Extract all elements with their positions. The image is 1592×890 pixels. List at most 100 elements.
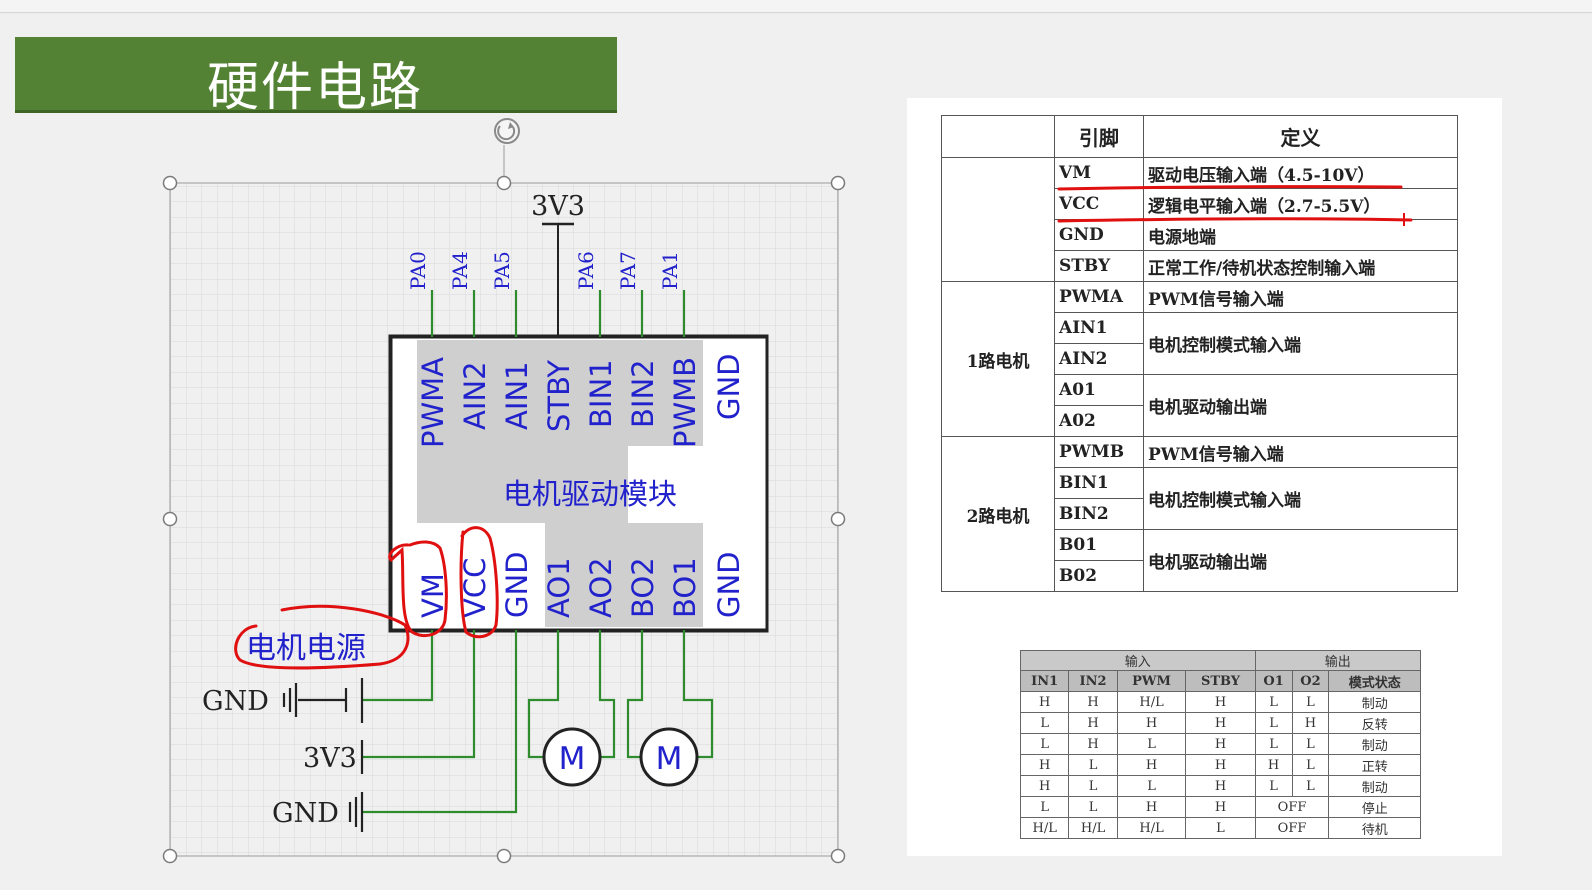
vcc-underline-annotation (1057, 217, 1413, 223)
cell: L (1291, 775, 1330, 797)
module-pin-label: PWMA (416, 357, 450, 448)
resize-handle-bottom-left[interactable] (162, 848, 178, 864)
mcu-pin-label: PA5 (490, 251, 514, 290)
reference-image-panel[interactable]: 引脚 定义 VM 驱动电压输入端（4.5-10V） VCC 逻辑电平输入端（2.… (907, 98, 1502, 856)
pin-cell: B02 (1054, 560, 1144, 592)
cell: 正转 (1328, 754, 1421, 776)
pin-cell: AIN2 (1054, 343, 1144, 375)
cell: L (1254, 733, 1293, 755)
module-pin-label: AIN2 (458, 361, 492, 430)
pin-cell: A01 (1054, 374, 1144, 406)
cell: L (1116, 775, 1187, 797)
module-pin-label: GND (500, 552, 534, 619)
cell: L (1185, 817, 1256, 839)
module-pin-label: BIN1 (584, 359, 618, 428)
cell: L (1254, 712, 1293, 734)
cell: H (1185, 754, 1256, 776)
definition-cell: 电机控制模式输入端 (1143, 467, 1458, 530)
module-pin-label: GND (712, 354, 746, 421)
cell: 反转 (1328, 712, 1421, 734)
module-pin-label: PWMB (668, 357, 702, 448)
cell: 制动 (1328, 733, 1421, 755)
table-row: H H H/L H L L 制动 (1019, 691, 1421, 713)
cell: 待机 (1328, 817, 1421, 839)
cell: H (1116, 712, 1187, 734)
cell: L (1068, 796, 1118, 818)
resize-handle-top-left[interactable] (162, 175, 178, 191)
table-row: H/L H/L H/L L OFF 待机 (1019, 817, 1421, 839)
cell: H (1068, 712, 1118, 734)
cell: H (1185, 775, 1256, 797)
cell: H (1068, 733, 1118, 755)
cell: L (1254, 775, 1293, 797)
table-row: H L H H H L 正转 (1019, 754, 1421, 776)
motor-power-label: 电机电源 (246, 631, 366, 666)
cell: H (1185, 796, 1256, 818)
cell: L (1019, 733, 1070, 755)
motor-b: M (639, 727, 699, 787)
cell: H (1185, 691, 1256, 713)
cell: L (1254, 691, 1293, 713)
column-header: O1 (1254, 670, 1293, 692)
column-header: IN2 (1068, 670, 1118, 692)
resize-handle-left[interactable] (162, 511, 178, 527)
definition-cell: 电机控制模式输入端 (1143, 312, 1458, 375)
column-header: IN1 (1019, 670, 1070, 692)
svg-text:M: M (559, 741, 586, 777)
resize-handle-top[interactable] (496, 175, 512, 191)
definition-cell: PWM信号输入端 (1143, 436, 1458, 468)
gnd-label: GND (272, 798, 339, 829)
column-header: PWM (1116, 670, 1187, 692)
cell: H/L (1068, 817, 1118, 839)
mcu-pin-label: PA6 (574, 251, 598, 290)
pin-table-annotations (1057, 185, 1413, 226)
header-blank (941, 115, 1055, 158)
cell: H (1116, 796, 1187, 818)
resize-handle-bottom-right[interactable] (830, 848, 846, 864)
pin-cell: BIN2 (1054, 498, 1144, 530)
cell: H (1254, 754, 1293, 776)
cell: L (1291, 733, 1330, 755)
mcu-pin-label: PA4 (448, 251, 472, 290)
cell: H/L (1019, 817, 1070, 839)
cell: L (1291, 754, 1330, 776)
rotate-handle[interactable] (494, 118, 520, 144)
module-pin-label: AO1 (542, 557, 576, 618)
module-pin-label: BO1 (668, 557, 702, 618)
input-group-header: 输入 (1020, 650, 1256, 671)
column-header: O2 (1291, 670, 1330, 692)
cell: H (1068, 691, 1118, 713)
cell: H (1019, 691, 1070, 713)
resize-handle-top-right[interactable] (830, 175, 846, 191)
pin-cell: B01 (1054, 529, 1144, 561)
column-header: STBY (1185, 670, 1256, 692)
cell: L (1291, 691, 1330, 713)
pin-cell: BIN1 (1054, 467, 1144, 499)
resize-handle-right[interactable] (830, 511, 846, 527)
cell: OFF (1254, 796, 1330, 818)
module-label: 电机驱动模块 (503, 477, 677, 511)
pin-cell: PWMB (1054, 436, 1144, 468)
pin-cell: A02 (1054, 405, 1144, 437)
cell: L (1068, 775, 1118, 797)
table-row: L L H H OFF 停止 (1019, 796, 1421, 818)
cell: H (1116, 754, 1187, 776)
pin-cell: AIN1 (1054, 312, 1144, 344)
header-definition: 定义 (1143, 115, 1458, 158)
group-label: 2路电机 (941, 436, 1055, 592)
module-pin-label: BIN2 (626, 359, 660, 428)
motor-a: M (542, 727, 602, 787)
definition-cell: 电机驱动输出端 (1143, 374, 1458, 437)
cell: H (1019, 775, 1070, 797)
cell: H (1185, 712, 1256, 734)
column-header: 模式状态 (1328, 670, 1421, 692)
resize-handle-bottom[interactable] (496, 848, 512, 864)
module-pin-label: BO2 (626, 557, 660, 618)
module-pin-label: AIN1 (500, 361, 534, 430)
cell: OFF (1254, 817, 1330, 839)
header-pin: 引脚 (1054, 115, 1144, 158)
module-pin-label: STBY (542, 360, 576, 432)
cell: H (1019, 754, 1070, 776)
table-row: L H L H L L 制动 (1019, 733, 1421, 755)
cell: H (1185, 733, 1256, 755)
